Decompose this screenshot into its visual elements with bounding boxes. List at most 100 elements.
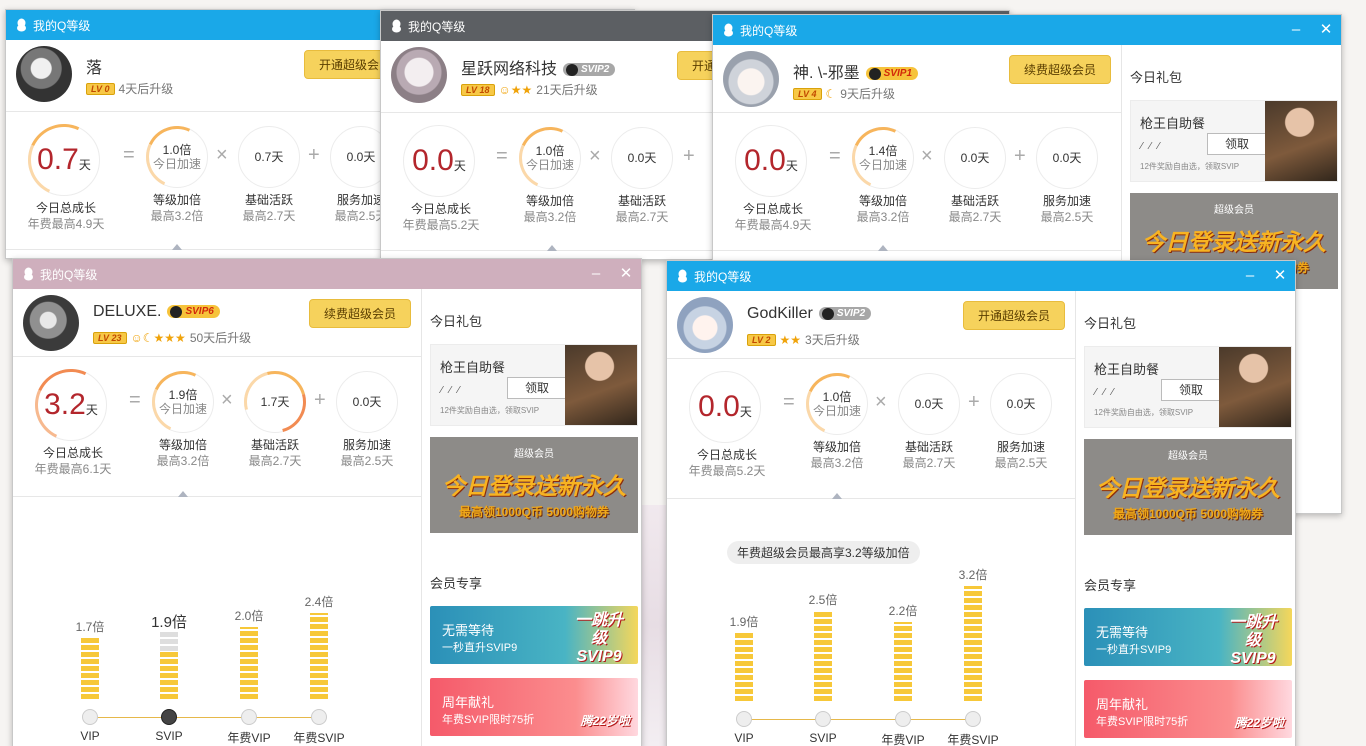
bar-remaining — [160, 631, 178, 651]
service-label: 服务加速 — [342, 438, 391, 452]
claim-button[interactable]: 领取 — [507, 377, 567, 399]
level-node[interactable] — [815, 711, 831, 727]
star-icons: ★★ — [779, 332, 802, 347]
multiply-sign: × — [589, 145, 601, 167]
level-node[interactable] — [241, 709, 257, 725]
bar-年费SVIP — [310, 613, 328, 699]
level-node[interactable] — [895, 711, 911, 727]
svip9-banner[interactable]: 无需等待 一秒直升SVIP9 一跳升级 SVIP9 — [1084, 608, 1292, 666]
active-label: 基础活跃 — [244, 193, 293, 207]
minimize-button[interactable]: – — [1235, 261, 1265, 291]
gun-icons: ⁄ ⁄ ⁄ — [1141, 141, 1162, 152]
level-node[interactable] — [161, 709, 177, 725]
level-node[interactable] — [311, 709, 327, 725]
level-max: 最高3.2倍 — [523, 210, 577, 224]
avatar[interactable] — [23, 295, 79, 351]
promo-banner[interactable]: 超级会员 今日登录送新永久 最高领1000Q币 5000购物券 — [430, 437, 638, 533]
title-bar[interactable]: 我的Q等级 – ✕ — [13, 259, 641, 289]
user-name: 落 — [86, 60, 103, 77]
avatar[interactable] — [723, 51, 779, 107]
renew-svip-button[interactable]: 续费超级会员 — [1008, 55, 1111, 84]
avatar[interactable] — [677, 297, 733, 353]
tier-label: SVIP — [809, 731, 837, 745]
level-node[interactable] — [736, 711, 752, 727]
banner1-deco: 一跳升级 SVIP9 — [1228, 614, 1277, 666]
tier-label: VIP — [734, 731, 754, 745]
close-button[interactable]: ✕ — [1265, 261, 1295, 291]
pointer-triangle — [878, 245, 888, 251]
level-multiplier-circle: 1.4倍 今日加速 — [843, 118, 923, 198]
tier-label: 年费VIP — [227, 731, 271, 745]
bar-value-label: 2.0倍 — [234, 609, 264, 623]
level-track-line — [90, 717, 319, 718]
level-badge: LV 4 — [793, 87, 822, 100]
bar-SVIP — [160, 631, 178, 699]
equals-sign: = — [829, 145, 841, 167]
bar-VIP — [735, 633, 753, 701]
anniversary-banner[interactable]: 周年献礼 年费SVIP限时75折 腾22岁啦 — [1084, 680, 1292, 738]
promo-sub: 最高领1000Q币 5000购物券 — [458, 505, 610, 519]
open-svip-button[interactable]: 开通超级会员 — [962, 301, 1065, 330]
promo-main: 今日登录送新永久 — [442, 473, 626, 499]
gift-name: 枪王自助餐 — [440, 360, 506, 375]
close-button[interactable]: ✕ — [611, 259, 641, 289]
active-max: 最高2.7天 — [615, 210, 669, 224]
title-bar[interactable]: 我的Q等级 – ✕ — [713, 15, 1341, 45]
service-circle: 0.0天 — [990, 373, 1052, 435]
level-node[interactable] — [965, 711, 981, 727]
level-node[interactable] — [82, 709, 98, 725]
active-label: 基础活跃 — [250, 438, 299, 452]
level-label: 等级加倍 — [525, 194, 574, 208]
close-button[interactable]: ✕ — [1311, 15, 1341, 45]
active-value: 0.7天 — [254, 149, 284, 164]
svip-badge: SVIP2 — [563, 63, 616, 76]
level-multiplier-circle: 1.0倍 今日加速 — [797, 364, 877, 444]
level-icons: ☺☾★★★ — [130, 330, 186, 345]
total-max: 年费最高5.2天 — [402, 218, 480, 232]
service-label: 服务加速 — [1042, 194, 1091, 208]
level-max: 最高3.2倍 — [156, 454, 210, 468]
service-max: 最高2.5天 — [340, 454, 394, 468]
active-value: 0.0天 — [627, 150, 657, 165]
tier-label: 年费VIP — [881, 733, 925, 746]
level-label: 等级加倍 — [152, 193, 201, 207]
svip-badge: SVIP2 — [818, 307, 872, 320]
claim-button[interactable]: 领取 — [1161, 379, 1221, 401]
user-name: DELUXE. — [93, 303, 162, 320]
promo-banner[interactable]: 超级会员 今日登录送新永久 最高领1000Q币 5000购物券 — [1084, 439, 1292, 535]
minimize-button[interactable]: – — [581, 259, 611, 289]
banner2-sub: 年费SVIP限时75折 — [442, 714, 535, 726]
service-max: 最高2.5天 — [1040, 210, 1094, 224]
bar-SVIP — [814, 611, 832, 701]
avatar[interactable] — [391, 47, 447, 103]
total-value: 0.0 — [744, 144, 786, 177]
service-label: 服务加速 — [996, 440, 1045, 454]
level-badge: LV 23 — [93, 331, 127, 344]
promo-main: 今日登录送新永久 — [1142, 229, 1326, 255]
multiply-sign: × — [875, 391, 887, 413]
window-title: 我的Q等级 — [740, 23, 798, 38]
promo-top: 超级会员 — [1214, 205, 1254, 216]
qq-penguin-icon — [724, 23, 733, 37]
level-icons: ☺★★ — [498, 82, 533, 97]
active-circle: 0.7天 — [238, 126, 300, 188]
claim-button[interactable]: 领取 — [1207, 133, 1267, 155]
anniversary-banner[interactable]: 周年献礼 年费SVIP限时75折 腾22岁啦 — [430, 678, 638, 736]
avatar[interactable] — [16, 46, 72, 102]
active-circle: 0.0天 — [611, 127, 673, 189]
renew-svip-button[interactable]: 续费超级会员 — [308, 299, 411, 328]
multiply-sign: × — [921, 145, 933, 167]
level-label: 等级加倍 — [858, 194, 907, 208]
gift-description: 12件奖励自由选，领取SVIP — [1094, 408, 1194, 417]
total-growth-circle: 0.7天 — [17, 113, 111, 207]
pointer-triangle — [547, 245, 557, 251]
title-bar[interactable]: 我的Q等级 – ✕ — [667, 261, 1295, 291]
gift-card: 枪王自助餐 ⁄ ⁄ ⁄ 领取 12件奖励自由选，领取SVIP — [1130, 100, 1338, 182]
banner1-title: 无需等待 — [1096, 625, 1149, 640]
plus-sign: + — [683, 145, 695, 167]
svip-badge: SVIP1 — [865, 67, 919, 80]
svip9-banner[interactable]: 无需等待 一秒直升SVIP9 一跳升级 SVIP9 — [430, 606, 638, 664]
banner1-sub: 一秒直升SVIP9 — [1096, 644, 1172, 656]
gift-description: 12件奖励自由选，领取SVIP — [1140, 162, 1240, 171]
minimize-button[interactable]: – — [1281, 15, 1311, 45]
